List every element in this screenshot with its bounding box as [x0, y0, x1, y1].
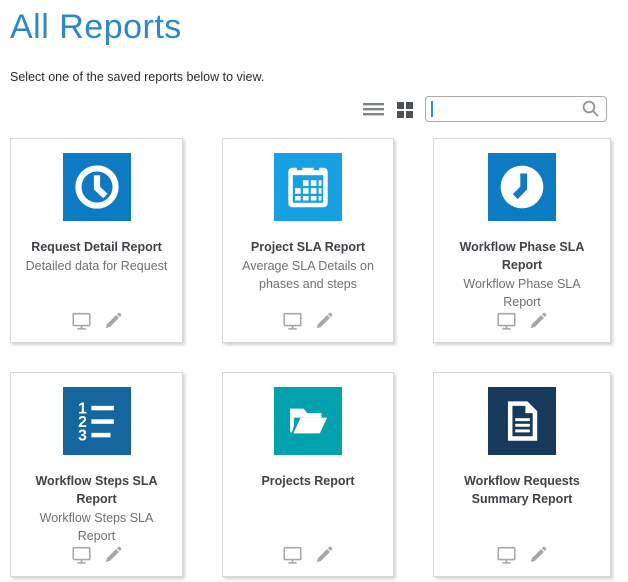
document-icon — [488, 387, 556, 455]
monitor-icon[interactable] — [495, 310, 518, 332]
clock-solid-icon — [488, 153, 556, 221]
monitor-icon[interactable] — [70, 310, 93, 332]
monitor-icon[interactable] — [70, 544, 93, 566]
grid-view-icon[interactable] — [395, 99, 415, 119]
report-card-actions — [11, 544, 182, 566]
report-description: Detailed data for Request — [11, 257, 182, 275]
report-card-actions — [434, 310, 610, 332]
report-description: Average SLA Details on phases and steps — [223, 257, 393, 293]
report-title: Workflow Requests Summary Report — [434, 472, 610, 508]
pencil-icon[interactable] — [313, 544, 335, 566]
report-card[interactable]: Workflow Phase SLA Report Workflow Phase… — [433, 138, 611, 343]
report-title: Projects Report — [223, 472, 393, 490]
report-card-actions — [11, 310, 182, 332]
all-reports-page: All Reports Select one of the saved repo… — [0, 0, 628, 577]
list-view-icon[interactable] — [362, 99, 385, 119]
toolbar — [10, 95, 607, 122]
report-title: Project SLA Report — [223, 238, 393, 256]
report-card[interactable]: Workflow Requests Summary Report — [433, 372, 611, 577]
report-card[interactable]: 123 Workflow Steps SLA Report Workflow S… — [10, 372, 183, 577]
report-title: Workflow Steps SLA Report — [11, 472, 182, 508]
pencil-icon[interactable] — [102, 544, 124, 566]
search-input[interactable] — [433, 100, 581, 117]
calendar-icon — [274, 153, 342, 221]
pencil-icon[interactable] — [313, 310, 335, 332]
report-card[interactable]: Project SLA Report Average SLA Details o… — [222, 138, 394, 343]
pencil-icon[interactable] — [527, 310, 549, 332]
report-card[interactable]: Projects Report — [222, 372, 394, 577]
report-card-actions — [223, 544, 393, 566]
folder-open-icon — [274, 387, 342, 455]
report-title: Workflow Phase SLA Report — [434, 238, 610, 274]
report-card[interactable]: Request Detail Report Detailed data for … — [10, 138, 183, 343]
report-description: Workflow Phase SLA Report — [434, 275, 610, 311]
monitor-icon[interactable] — [281, 310, 304, 332]
pencil-icon[interactable] — [102, 310, 124, 332]
page-subtitle: Select one of the saved reports below to… — [10, 70, 628, 84]
monitor-icon[interactable] — [495, 544, 518, 566]
pencil-icon[interactable] — [527, 544, 549, 566]
page-title: All Reports — [10, 8, 628, 47]
report-card-actions — [223, 310, 393, 332]
search-icon[interactable] — [581, 99, 600, 118]
report-title: Request Detail Report — [11, 238, 182, 256]
reports-grid: Request Detail Report Detailed data for … — [10, 138, 628, 577]
report-card-actions — [434, 544, 610, 566]
monitor-icon[interactable] — [281, 544, 304, 566]
report-description: Workflow Steps SLA Report — [11, 509, 182, 545]
numbered-list-icon: 123 — [63, 387, 131, 455]
search-box[interactable] — [425, 96, 607, 122]
svg-text:3: 3 — [78, 428, 87, 445]
clock-outline-icon — [63, 153, 131, 221]
